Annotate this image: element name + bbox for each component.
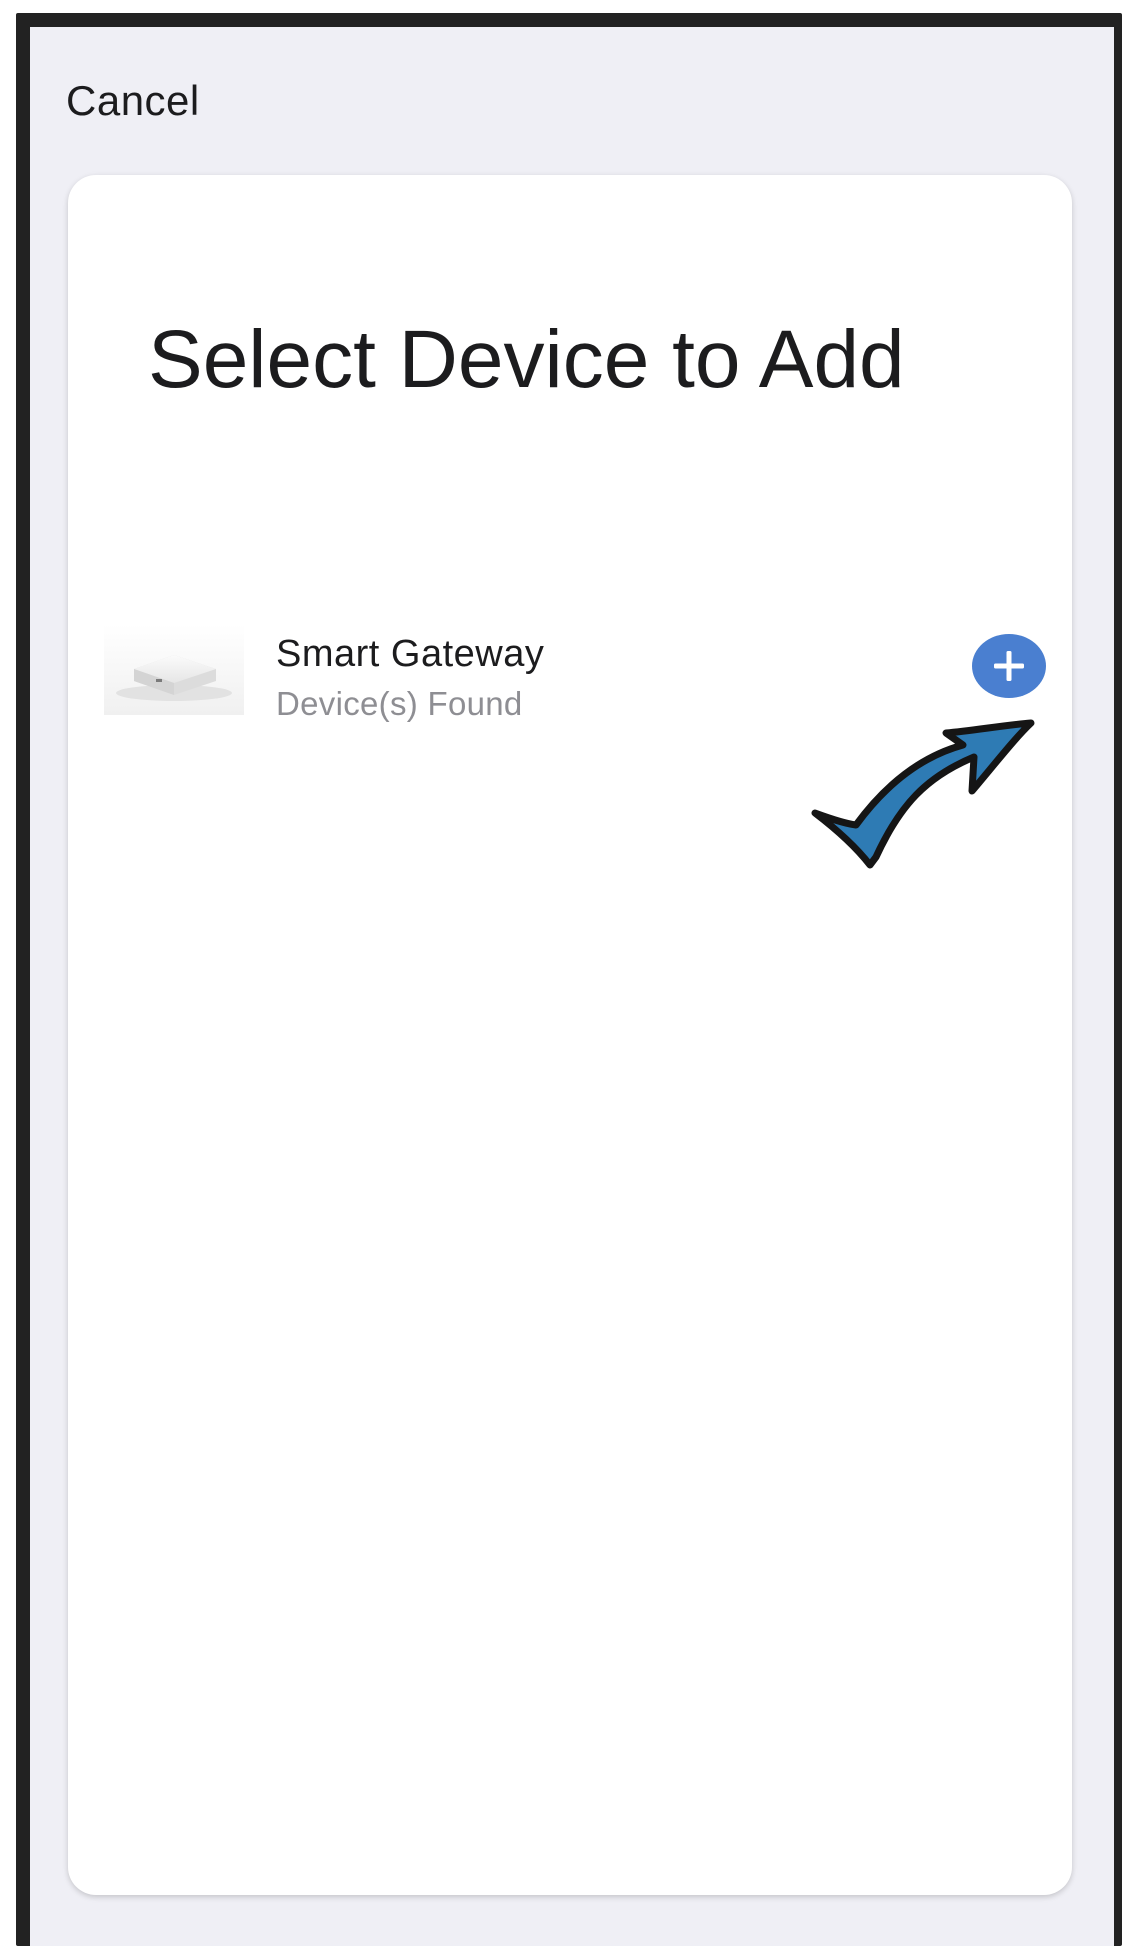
device-name: Smart Gateway (276, 633, 545, 675)
page-title: Select Device to Add (148, 314, 905, 405)
cancel-button[interactable]: Cancel (66, 77, 200, 125)
device-status: Device(s) Found (276, 685, 523, 722)
screenshot-frame: Cancel Select Device to Add Smart Gatewa… (0, 0, 1139, 1946)
device-selection-card: Select Device to Add Smart Gateway Devic… (68, 175, 1072, 1895)
pointer-arrow-icon (808, 675, 1048, 915)
app-screen: Cancel Select Device to Add Smart Gatewa… (30, 27, 1114, 1946)
gateway-device-image (104, 625, 244, 715)
